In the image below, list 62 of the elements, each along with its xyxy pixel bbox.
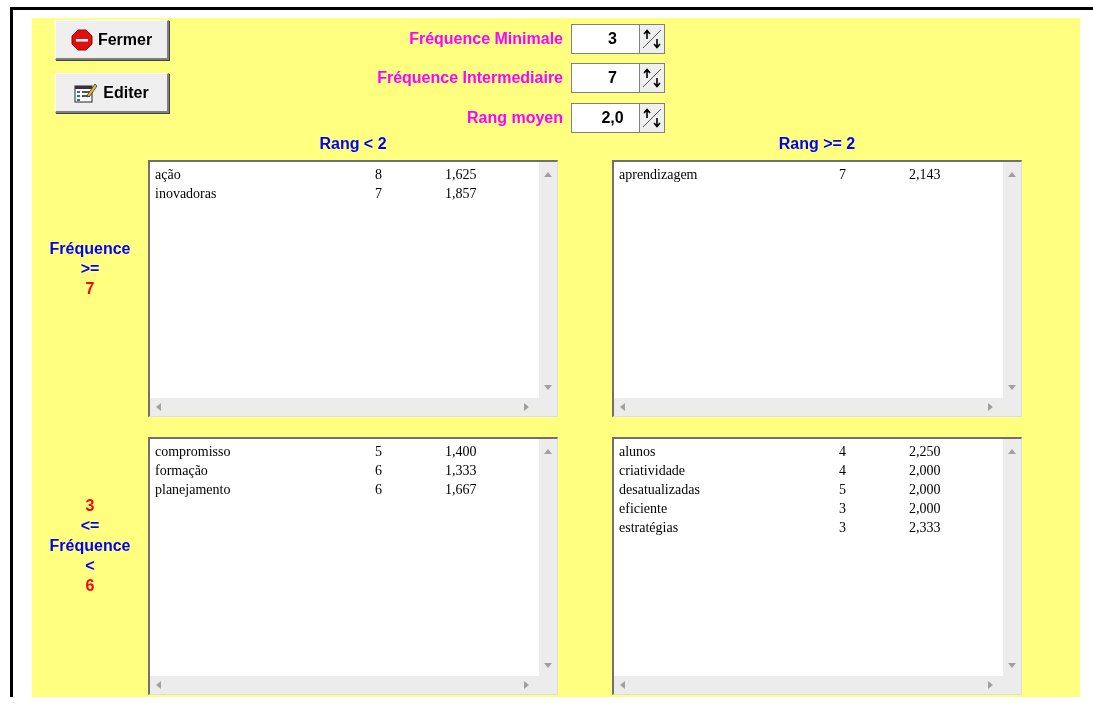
number-field[interactable]: 7	[571, 63, 639, 94]
row-label: 6	[85, 578, 95, 594]
scroll-left-icon[interactable]	[156, 681, 161, 689]
toolbar-button[interactable]: Editer	[55, 73, 169, 113]
scroll-right-icon[interactable]	[524, 681, 529, 689]
list-item[interactable]: formação 6 1,333	[155, 461, 534, 480]
list-box[interactable]: alunos 4 2,250 criatividade 4 2,000 desatualizadas 5 2,000 eficiente 3 2,000 estratégias 3 2,333	[612, 437, 1022, 695]
scroll-down-icon[interactable]	[1008, 663, 1016, 668]
scroll-down-icon[interactable]	[544, 385, 552, 390]
toolbar-button[interactable]: Fermer	[55, 20, 169, 60]
horizontal-scrollbar[interactable]	[614, 676, 1003, 694]
list-item[interactable]: eficiente 3 2,000	[619, 499, 998, 518]
horizontal-scrollbar[interactable]	[150, 398, 539, 416]
row-label: 7	[85, 280, 95, 297]
vertical-scrollbar[interactable]	[1003, 439, 1021, 676]
scroll-right-icon[interactable]	[524, 403, 529, 411]
spinner-label: Rang moyen	[467, 109, 564, 128]
scroll-up-icon[interactable]	[1008, 449, 1016, 454]
row-label: Fréquence	[49, 240, 131, 257]
row-label: <=	[80, 518, 100, 534]
list-box[interactable]: ação 8 1,625 inovadoras 7 1,857	[148, 160, 558, 417]
list-item[interactable]: aprendizagem 7 2,143	[619, 165, 998, 184]
scroll-up-icon[interactable]	[1008, 172, 1016, 177]
number-field[interactable]: 2,0	[571, 103, 639, 134]
list-box[interactable]: aprendizagem 7 2,143	[612, 160, 1022, 417]
row-label: Fréquence	[49, 538, 131, 554]
scroll-down-icon[interactable]	[1008, 385, 1016, 390]
scroll-right-icon[interactable]	[988, 681, 993, 689]
list-item[interactable]: desatualizadas 5 2,000	[619, 480, 998, 499]
scroll-left-icon[interactable]	[620, 403, 625, 411]
stop-sign-icon	[70, 28, 93, 51]
spin-button[interactable]	[639, 63, 665, 94]
horizontal-scrollbar[interactable]	[614, 398, 1003, 416]
list-item[interactable]: estratégias 3 2,333	[619, 518, 998, 537]
column-header: Rang >= 2	[778, 135, 856, 153]
edit-document-icon	[74, 81, 99, 104]
row-label: <	[85, 558, 95, 574]
spin-button[interactable]	[639, 23, 665, 54]
list-item[interactable]: alunos 4 2,250	[619, 442, 998, 461]
horizontal-scrollbar[interactable]	[150, 676, 539, 694]
spin-button[interactable]	[639, 103, 665, 134]
spinner-label: Fréquence Intermediaire	[377, 69, 564, 88]
column-header: Rang < 2	[319, 135, 387, 153]
list-item[interactable]: inovadoras 7 1,857	[155, 184, 534, 203]
vertical-scrollbar[interactable]	[539, 162, 557, 398]
vertical-scrollbar[interactable]	[1003, 162, 1021, 398]
row-label: 3	[85, 498, 95, 514]
scroll-left-icon[interactable]	[156, 403, 161, 411]
spinner-label: Fréquence Minimale	[409, 29, 564, 48]
scroll-right-icon[interactable]	[988, 403, 993, 411]
list-item[interactable]: planejamento 6 1,667	[155, 480, 534, 499]
list-item[interactable]: compromisso 5 1,400	[155, 442, 534, 461]
number-field[interactable]: 3	[571, 23, 639, 54]
list-item[interactable]: criatividade 4 2,000	[619, 461, 998, 480]
list-item[interactable]: ação 8 1,625	[155, 165, 534, 184]
list-box[interactable]: compromisso 5 1,400 formação 6 1,333 planejamento 6 1,667	[148, 437, 558, 695]
scroll-up-icon[interactable]	[544, 172, 552, 177]
scroll-up-icon[interactable]	[544, 449, 552, 454]
row-label: >=	[80, 260, 100, 277]
vertical-scrollbar[interactable]	[539, 439, 557, 676]
scroll-left-icon[interactable]	[620, 681, 625, 689]
scroll-down-icon[interactable]	[544, 663, 552, 668]
